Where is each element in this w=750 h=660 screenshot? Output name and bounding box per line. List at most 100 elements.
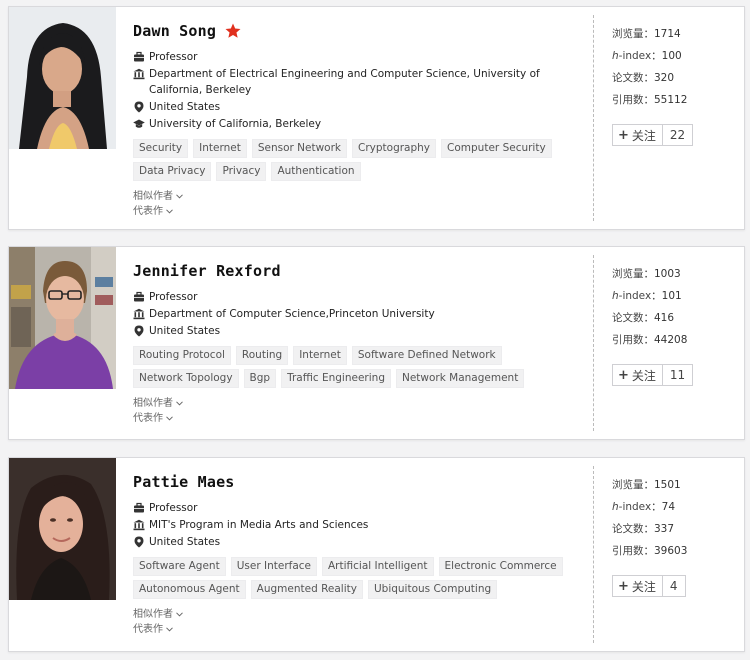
education-line: University of California, Berkeley (133, 116, 588, 132)
institution-icon (133, 68, 145, 80)
affiliation-text: Department of Computer Science,Princeton… (149, 308, 435, 320)
research-tag[interactable]: Security (133, 139, 189, 158)
papers-value: 416 (654, 312, 675, 324)
briefcase-icon (134, 291, 144, 302)
hindex-value: 74 (661, 501, 676, 513)
research-tag[interactable]: User Interface (230, 557, 317, 576)
research-tag[interactable]: Artificial Intelligent (322, 557, 434, 576)
star-icon[interactable] (224, 22, 242, 40)
card-divider (593, 15, 594, 221)
research-tag[interactable]: Routing (235, 346, 289, 365)
research-tag[interactable]: Traffic Engineering (281, 369, 391, 388)
follow-label: 关注 (631, 579, 656, 594)
location-pin-icon (134, 325, 144, 337)
stat-hindex: h-index： 100 (612, 45, 732, 67)
affiliation-text: MIT's Program in Media Arts and Sciences (149, 519, 369, 531)
affiliation-line: Department of Electrical Engineering and… (133, 66, 588, 98)
representative-works-toggle[interactable]: 代表作 (133, 204, 173, 219)
research-tag[interactable]: Ubiquitous Computing (367, 580, 498, 599)
chevron-down-icon (176, 194, 183, 199)
views-value: 1003 (654, 268, 681, 280)
stat-views: 浏览量： 1003 (612, 263, 732, 285)
affiliation-line: MIT's Program in Media Arts and Sciences (133, 517, 588, 533)
research-tag[interactable]: Privacy (216, 162, 267, 181)
representative-works-label: 代表作 (133, 413, 163, 424)
avatar[interactable] (9, 7, 116, 149)
papers-value: 337 (654, 523, 675, 535)
research-tag[interactable]: Sensor Network (251, 139, 347, 158)
stat-citations: 引用数： 39603 (612, 540, 732, 562)
stat-papers: 论文数： 320 (612, 67, 732, 89)
briefcase-icon (134, 51, 144, 62)
representative-works-toggle[interactable]: 代表作 (133, 622, 173, 637)
stat-hindex: h-index： 101 (612, 285, 732, 307)
scholar-name[interactable]: Pattie Maes (133, 473, 235, 491)
similar-authors-label: 相似作者 (133, 609, 173, 620)
research-tag[interactable]: Software Defined Network (351, 346, 502, 365)
scholar-name[interactable]: Dawn Song (133, 22, 216, 40)
location-pin-icon (134, 101, 144, 113)
location-text: United States (149, 325, 221, 337)
similar-authors-toggle[interactable]: 相似作者 (133, 607, 183, 622)
research-tag[interactable]: Internet (293, 346, 347, 365)
research-tag[interactable]: Network Management (395, 369, 525, 388)
hindex-value: 100 (661, 50, 682, 62)
follow-count: 4 (669, 579, 678, 593)
citations-value: 55112 (654, 94, 688, 106)
scholar-card: Pattie Maes Professor MIT's Program in M… (8, 457, 745, 652)
research-tag[interactable]: Data Privacy (133, 162, 212, 181)
research-tag[interactable]: Autonomous Agent (133, 580, 246, 599)
scholar-card: Jennifer Rexford Professor Department of… (8, 246, 745, 440)
stat-papers: 论文数： 416 (612, 307, 732, 329)
position-text: Professor (149, 291, 198, 303)
stat-citations: 引用数： 55112 (612, 89, 732, 111)
card-divider (593, 255, 594, 431)
follow-count: 22 (669, 128, 686, 142)
similar-authors-toggle[interactable]: 相似作者 (133, 396, 183, 411)
chevron-down-icon (176, 401, 183, 406)
institution-icon (133, 308, 145, 320)
follow-label: 关注 (631, 368, 656, 383)
location-text: United States (149, 101, 221, 113)
stat-hindex: h-index： 74 (612, 496, 732, 518)
similar-authors-label: 相似作者 (133, 191, 173, 202)
chevron-down-icon (166, 627, 173, 632)
avatar[interactable] (9, 458, 116, 600)
research-tag[interactable]: Routing Protocol (133, 346, 231, 365)
follow-button[interactable]: + 关注 4 (612, 575, 686, 597)
research-tags: Software Agent User Interface Artificial… (133, 557, 593, 603)
research-tag[interactable]: Augmented Reality (250, 580, 363, 599)
location-pin-icon (134, 536, 144, 548)
graduation-cap-icon (133, 119, 145, 128)
chevron-down-icon (166, 416, 173, 421)
research-tags: Routing Protocol Routing Internet Softwa… (133, 346, 593, 392)
research-tag[interactable]: Authentication (271, 162, 361, 181)
research-tag[interactable]: Cryptography (352, 139, 437, 158)
representative-works-label: 代表作 (133, 206, 163, 217)
plus-icon: + (618, 578, 629, 594)
similar-authors-toggle[interactable]: 相似作者 (133, 189, 183, 204)
research-tag[interactable]: Bgp (243, 369, 277, 388)
scholar-name[interactable]: Jennifer Rexford (133, 262, 281, 280)
follow-button[interactable]: + 关注 11 (612, 364, 694, 386)
affiliation-line: Department of Computer Science,Princeton… (133, 306, 588, 322)
location-line: United States (133, 534, 588, 550)
follow-button[interactable]: + 关注 22 (612, 124, 694, 146)
stat-citations: 引用数： 44208 (612, 329, 732, 351)
research-tag[interactable]: Internet (193, 139, 247, 158)
location-text: United States (149, 536, 221, 548)
chevron-down-icon (176, 612, 183, 617)
research-tag[interactable]: Software Agent (133, 557, 226, 576)
education-text: University of California, Berkeley (149, 118, 322, 130)
institution-icon (133, 519, 145, 531)
similar-authors-label: 相似作者 (133, 398, 173, 409)
avatar[interactable] (9, 247, 116, 389)
representative-works-toggle[interactable]: 代表作 (133, 411, 173, 426)
research-tag[interactable]: Network Topology (133, 369, 239, 388)
research-tag[interactable]: Electronic Commerce (438, 557, 563, 576)
location-line: United States (133, 99, 588, 115)
citations-value: 44208 (654, 334, 688, 346)
plus-icon: + (618, 127, 629, 143)
research-tag[interactable]: Computer Security (441, 139, 552, 158)
location-line: United States (133, 323, 588, 339)
